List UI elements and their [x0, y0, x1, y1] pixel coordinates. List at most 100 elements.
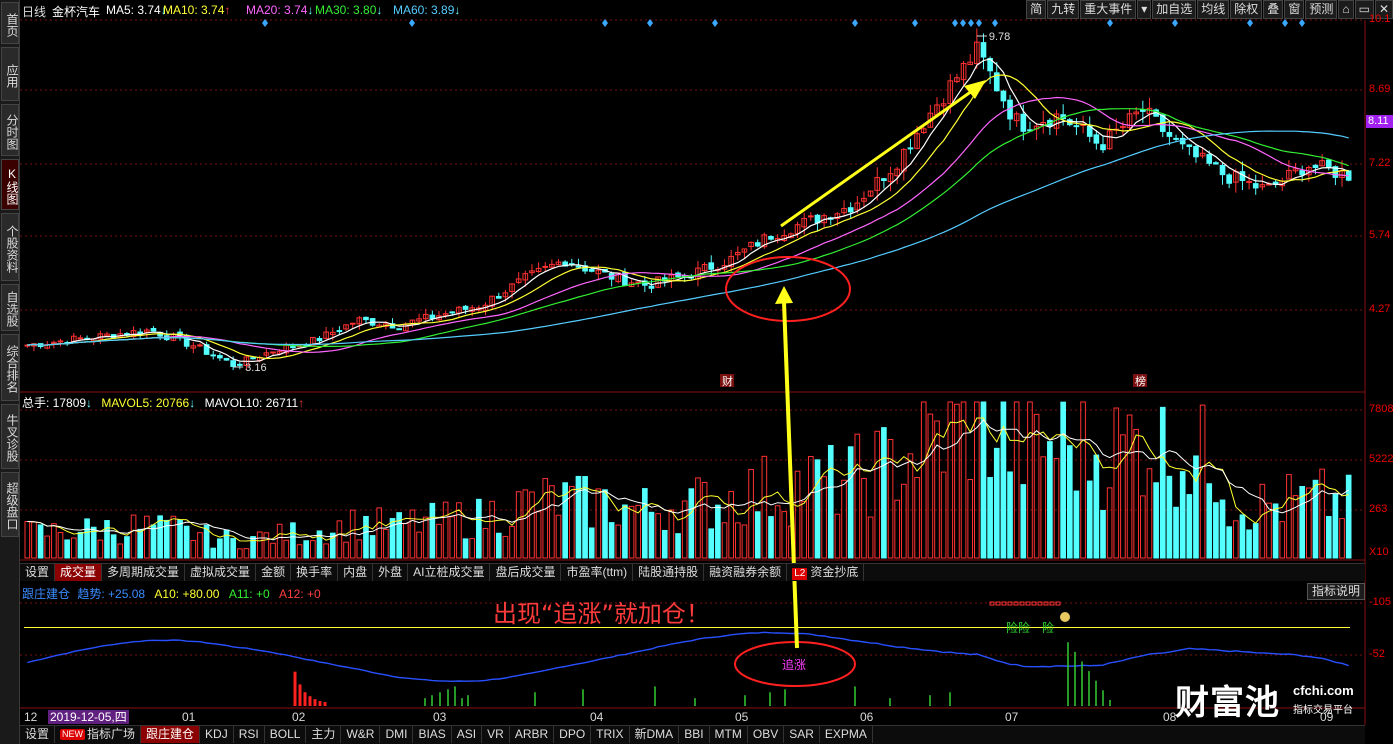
volume-bar	[416, 531, 422, 559]
candle-body	[648, 285, 655, 289]
month-label: 06	[860, 710, 874, 724]
ind-tabs-item-0[interactable]: 设置	[20, 726, 56, 743]
ind-tabs-item-16[interactable]: BBI	[679, 726, 710, 743]
risk-label-1: 险险	[1006, 621, 1031, 635]
volume-bar	[522, 489, 529, 559]
candle-body	[336, 330, 343, 333]
volume-bar	[582, 476, 588, 559]
ind-tabs-item-17[interactable]: MTM	[710, 726, 748, 743]
ind-tabs-item-10[interactable]: ASI	[452, 726, 483, 743]
volume-tick: 263	[1369, 503, 1388, 515]
candle-body	[768, 235, 774, 240]
event-diamond	[1282, 19, 1288, 27]
ind-tabs-item-9[interactable]: BIAS	[413, 726, 452, 743]
volume-bar	[661, 529, 668, 559]
vol-tabs-item-8[interactable]: AI立桩成交量	[408, 564, 491, 581]
volume-bar	[1159, 406, 1166, 559]
ind-tabs-item-2[interactable]: 跟庄建仓	[141, 726, 201, 743]
volume-bar	[276, 523, 283, 559]
ind-tabs-item-6[interactable]: 主力	[306, 726, 342, 743]
volume-bar	[462, 538, 469, 559]
ind-tabs-item-18[interactable]: OBV	[748, 726, 785, 743]
vol-tabs-item-6[interactable]: 内盘	[338, 564, 374, 581]
event-diamond	[1107, 19, 1113, 27]
ind-tabs-item-20[interactable]: EXPMA	[820, 726, 873, 743]
ind-tabs-item-7[interactable]: W&R	[341, 726, 381, 743]
ind-tabs-item-13[interactable]: DPO	[554, 726, 592, 743]
volume-bar	[1193, 455, 1199, 559]
volume-bar	[137, 528, 144, 559]
volume-tick: 5222	[1369, 453, 1393, 465]
candle-body	[449, 311, 456, 314]
candle-body	[197, 344, 203, 347]
volume-bar	[363, 515, 369, 559]
volume-bar	[774, 505, 781, 559]
volume-bar	[608, 522, 615, 559]
volume-bar	[542, 478, 549, 559]
watermark-logo: 财富池 cfchi.com 指标交易平台	[1175, 683, 1354, 723]
trend-arrow-line	[780, 89, 973, 228]
volume-bar	[1173, 506, 1179, 559]
candle-body	[1193, 146, 1199, 158]
candle-body	[1219, 164, 1226, 176]
volume-bar	[37, 524, 44, 559]
kline-chart[interactable]: 9.78 3.16 财 榜	[0, 0, 1393, 744]
ma20-line	[27, 96, 1349, 353]
volume-bar	[144, 515, 150, 559]
vol-tabs-item-7[interactable]: 外盘	[373, 564, 409, 581]
volume-bar	[1232, 520, 1239, 559]
candle-body	[881, 178, 887, 181]
indicator-help-button[interactable]: 指标说明	[1307, 583, 1365, 600]
vol-tabs-item-2[interactable]: 多周期成交量	[102, 564, 186, 581]
candle-body	[907, 147, 914, 150]
current-price-tag: 8.11	[1366, 115, 1393, 128]
volume-bar	[1047, 441, 1053, 559]
candle-body	[290, 346, 296, 349]
vol-tabs-item-3[interactable]: 虚拟成交量	[185, 564, 257, 581]
volume-bar	[900, 483, 907, 559]
candle-body	[77, 337, 84, 340]
ind-tabs-item-19[interactable]: SAR	[784, 726, 820, 743]
candle-body	[429, 314, 436, 319]
volume-bar	[1345, 474, 1352, 559]
volume-bar	[469, 538, 476, 559]
volume-bar	[588, 527, 595, 559]
volume-bar	[183, 525, 190, 559]
vol-tabs-item-5[interactable]: 换手率	[291, 564, 339, 581]
ind-tabs-item-8[interactable]: DMI	[380, 726, 414, 743]
candle-body	[363, 316, 369, 321]
indicator-tabs: 设置 NEW 指标广场 跟庄建仓 KDJ RSI BOLL 主力 W&R DMI BIAS ASI VR…	[20, 725, 1365, 744]
volume-bar	[834, 513, 841, 559]
money-bag-icon	[1060, 612, 1070, 622]
volume-bar	[1113, 407, 1120, 559]
vol-tabs-item-9[interactable]: 盘后成交量	[490, 564, 562, 581]
vol-tabs-item-4[interactable]: 金额	[256, 564, 292, 581]
ind-tabs-item-12[interactable]: ARBR	[510, 726, 555, 743]
event-diamond	[968, 19, 974, 27]
volume-bar	[383, 528, 389, 559]
volume-bar	[1325, 516, 1332, 559]
vol-tabs-item-11[interactable]: 陆股通持股	[633, 564, 705, 581]
volume-bar	[881, 427, 887, 559]
candle-body	[980, 42, 987, 58]
ind-tabs-item-14[interactable]: TRIX	[591, 726, 630, 743]
price-tick: 4.27	[1369, 303, 1391, 315]
indicator-tick: -105	[1369, 596, 1392, 608]
volume-bar	[1080, 401, 1086, 559]
trend-line	[27, 631, 1349, 683]
ind-tabs-item-5[interactable]: BOLL	[265, 726, 307, 743]
vol-tabs-item-12[interactable]: 融资融券余额	[704, 564, 788, 581]
ind-tabs-item-1[interactable]: NEW 指标广场	[55, 726, 142, 743]
vol-tabs-item-10[interactable]: 市盈率(ttm)	[561, 564, 634, 581]
ind-tabs-item-4[interactable]: RSI	[234, 726, 265, 743]
vol-tabs-item-0[interactable]: 设置	[20, 564, 56, 581]
ind-tabs-item-11[interactable]: VR	[482, 726, 510, 743]
vol-tabs-item-13[interactable]: L2 资金抄底	[787, 564, 865, 581]
volume-bar	[110, 534, 117, 559]
volume-bar	[303, 540, 310, 559]
ind-tabs-item-3[interactable]: KDJ	[200, 726, 234, 743]
ind-tabs-item-15[interactable]: 新DMA	[630, 726, 680, 743]
volume-bar	[615, 524, 622, 559]
volume-bar	[157, 515, 163, 559]
vol-tabs-item-1[interactable]: 成交量	[55, 564, 103, 581]
